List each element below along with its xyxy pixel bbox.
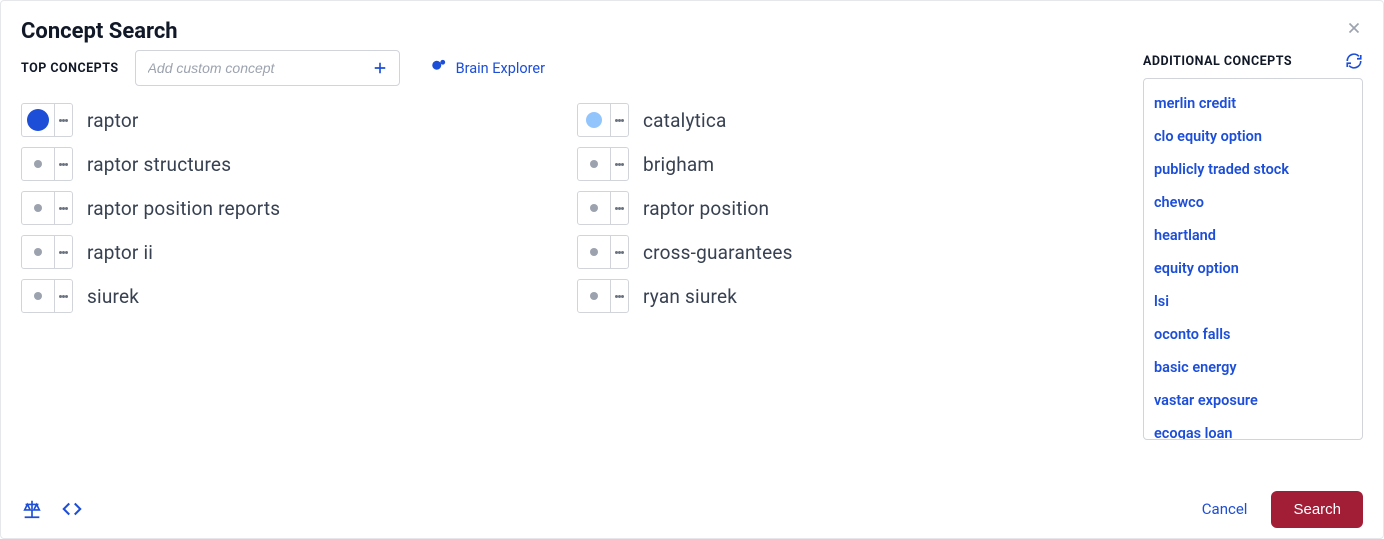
additional-concept-item[interactable]: chewco [1154,186,1360,219]
concept-label: raptor structures [87,153,231,176]
weight-dot-icon [34,204,42,212]
close-icon[interactable] [1345,19,1363,41]
additional-concept-item[interactable]: clo equity option [1154,120,1360,153]
brain-explorer-link[interactable]: Brain Explorer [430,57,545,79]
brain-explorer-icon [430,57,448,79]
concept-row: raptor position reports [21,186,577,230]
additional-concepts-list[interactable]: merlin creditclo equity optionpublicly t… [1143,78,1363,440]
concept-row: raptor structures [21,142,577,186]
concept-weight-toggle[interactable] [578,280,610,312]
concept-menu-button[interactable] [54,236,72,268]
brain-explorer-label: Brain Explorer [456,60,545,77]
add-concept-plus-icon[interactable] [371,59,389,77]
concept-weight-toggle[interactable] [578,104,610,136]
concept-label: raptor position [643,197,769,220]
concept-row: raptor [21,98,577,142]
concept-row: catalytica [577,98,1133,142]
additional-concept-item[interactable]: basic energy [1154,351,1360,384]
concept-weight-toggle[interactable] [22,192,54,224]
additional-concept-item[interactable]: publicly traded stock [1154,153,1360,186]
weight-dot-icon [34,248,42,256]
concept-menu-button[interactable] [610,236,628,268]
concept-row: cross-guarantees [577,230,1133,274]
concept-menu-button[interactable] [54,104,72,136]
concept-weight-toggle[interactable] [578,148,610,180]
concept-menu-button[interactable] [54,148,72,180]
additional-concept-item[interactable]: heartland [1154,219,1360,252]
additional-concept-item[interactable]: merlin credit [1154,87,1360,120]
add-concept-input[interactable] [146,59,371,77]
concept-label: brigham [643,153,714,176]
scale-icon[interactable] [21,498,43,520]
concept-label: siurek [87,285,139,308]
dialog-title: Concept Search [21,19,1363,44]
additional-concept-item[interactable]: oconto falls [1154,318,1360,351]
additional-concepts-label: ADDITIONAL CONCEPTS [1143,54,1292,69]
concept-menu-button[interactable] [54,192,72,224]
concept-menu-button[interactable] [610,280,628,312]
concept-label: raptor ii [87,241,153,264]
concept-label: raptor [87,109,139,132]
concept-menu-button[interactable] [610,192,628,224]
concept-weight-toggle[interactable] [578,192,610,224]
additional-concept-item[interactable]: lsi [1154,285,1360,318]
weight-dot-icon [27,109,49,131]
cancel-button[interactable]: Cancel [1202,500,1248,518]
weight-dot-icon [590,248,598,256]
concept-label: raptor position reports [87,197,280,220]
weight-dot-icon [34,292,42,300]
concept-label: ryan siurek [643,285,737,308]
additional-concept-item[interactable]: equity option [1154,252,1360,285]
concept-weight-toggle[interactable] [22,280,54,312]
additional-concept-item[interactable]: ecogas loan [1154,417,1360,440]
concept-row: brigham [577,142,1133,186]
concept-label: catalytica [643,109,727,132]
concept-row: ryan siurek [577,274,1133,318]
concept-row: raptor ii [21,230,577,274]
weight-dot-icon [590,160,598,168]
concept-row: siurek [21,274,577,318]
concept-menu-button[interactable] [610,104,628,136]
concept-menu-button[interactable] [610,148,628,180]
concept-label: cross-guarantees [643,241,793,264]
weight-dot-icon [590,292,598,300]
top-concepts-label: TOP CONCEPTS [21,61,119,76]
concept-weight-toggle[interactable] [578,236,610,268]
refresh-icon[interactable] [1345,52,1363,70]
weight-dot-icon [586,112,602,128]
weight-dot-icon [590,204,598,212]
concept-weight-toggle[interactable] [22,148,54,180]
concept-row: raptor position [577,186,1133,230]
additional-concept-item[interactable]: vastar exposure [1154,384,1360,417]
search-button[interactable]: Search [1271,491,1363,528]
code-icon[interactable] [61,498,83,520]
add-concept-box[interactable] [135,50,400,86]
concept-weight-toggle[interactable] [22,236,54,268]
concept-menu-button[interactable] [54,280,72,312]
concept-weight-toggle[interactable] [22,104,54,136]
weight-dot-icon [34,160,42,168]
